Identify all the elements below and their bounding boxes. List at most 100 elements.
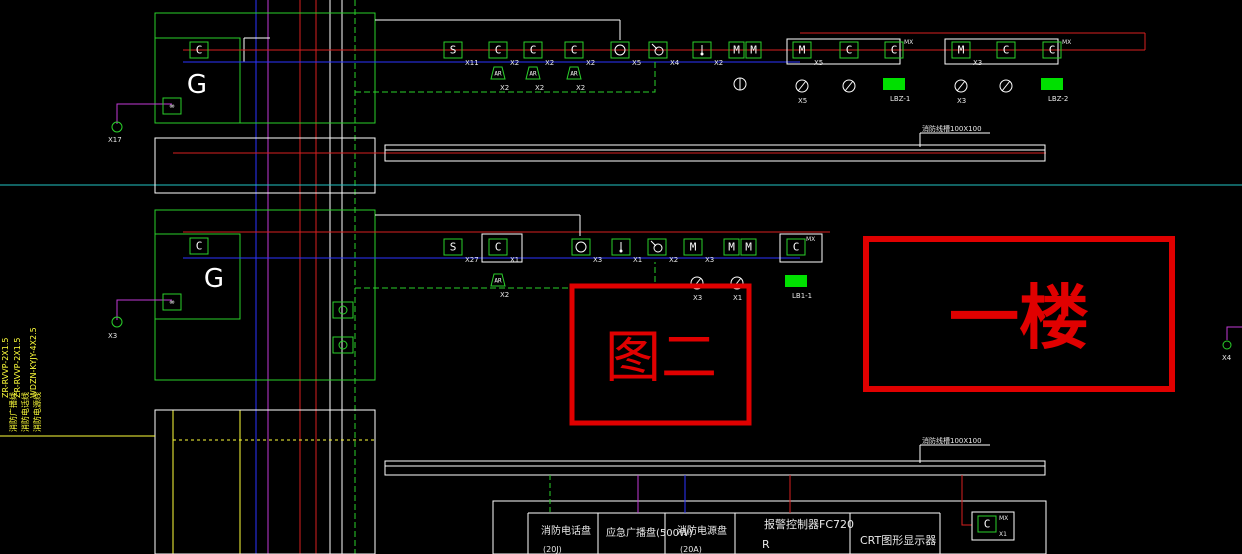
upper-detector-label: LBZ-1 <box>890 95 910 103</box>
bottom-block <box>154 409 1047 554</box>
right-tag: X4 <box>1222 354 1232 362</box>
upper-alarm-icon: AR X2 <box>566 66 585 92</box>
upper-detector-module: LBZ-1 <box>883 78 910 103</box>
svg-text:C: C <box>846 44 853 57</box>
svg-text:AR: AR <box>529 71 537 78</box>
lower-alarm-label: X2 <box>500 291 509 299</box>
upper-device-c[interactable]: C X2 <box>564 41 595 67</box>
upper-device-circle[interactable]: X5 <box>610 41 641 67</box>
lower-detector-label: LB1-1 <box>792 292 812 300</box>
svg-text:S: S <box>450 44 457 57</box>
lower-device-m[interactable]: M X3 <box>683 238 714 264</box>
upper-alarm-label: X2 <box>576 84 585 92</box>
upper-device-label: X2 <box>586 59 595 67</box>
upper-device-c[interactable]: C X2 <box>488 41 519 67</box>
svg-text:M: M <box>799 44 806 57</box>
svg-text:C: C <box>196 44 203 57</box>
panel-power[interactable]: 消防电源盘 (20A) <box>677 524 727 554</box>
svg-text:AR: AR <box>570 71 578 78</box>
lower-device-label: X2 <box>669 256 678 264</box>
lower-device-valve[interactable]: X2 <box>647 238 678 264</box>
upper-device-label: X4 <box>670 59 680 67</box>
upper-detector-smoke: X5 <box>795 79 809 105</box>
floor-label: 一楼 <box>949 277 1089 359</box>
lower-device-circle[interactable]: X3 <box>571 238 602 264</box>
svg-text:C: C <box>495 44 502 57</box>
svg-text:M: M <box>750 44 757 57</box>
lower-device-s[interactable]: S X27 <box>443 238 479 264</box>
lower-device-label: X3 <box>705 256 714 264</box>
panel-phone[interactable]: 消防电话盘 (20J) <box>541 524 591 554</box>
panel-controller-title: 报警控制器FC720 <box>764 517 854 531</box>
upper-device-label: X3 <box>973 59 982 67</box>
upper-detector-label: X3 <box>957 97 966 105</box>
bottom-module-sub: X1 <box>999 531 1007 538</box>
lower-trunk-label: 消防线槽100X100 <box>922 436 982 445</box>
upper-detector-smoke <box>842 79 856 93</box>
svg-text:G: G <box>204 264 224 294</box>
svg-text:C: C <box>571 44 578 57</box>
upper-device-label: X11 <box>465 59 479 67</box>
cad-drawing: C ∞ G SX11CX2CX2CX2 X5 X4 X2M M MX5C CMXMX3C CM… <box>0 0 1242 554</box>
upper-left-tag: X17 <box>108 136 122 144</box>
lower-device-c[interactable]: C X1 <box>488 238 519 264</box>
svg-text:C: C <box>530 44 537 57</box>
upper-device-m[interactable]: M X5 <box>792 41 823 67</box>
upper-device-label: MX <box>1062 39 1071 46</box>
bottom-module: C MX X1 <box>977 515 1008 538</box>
lower-floor-block <box>116 209 830 381</box>
upper-detector-label: LBZ-2 <box>1048 95 1068 103</box>
lower-detector-smoke: X1 <box>730 276 744 302</box>
upper-device-label: X2 <box>714 59 723 67</box>
svg-text:AR: AR <box>494 71 502 78</box>
svg-text:M: M <box>733 44 740 57</box>
upper-device-s[interactable]: S X11 <box>443 41 479 67</box>
cable-labels: 消防广播线 消防电话线 消防电源线 ZR-RVVP-2X1.5 ZR-RVVP-… <box>0 327 155 437</box>
bottom-module-label: MX <box>999 515 1008 522</box>
panel-controller-sub: R <box>762 538 770 551</box>
svg-text:C: C <box>495 241 502 254</box>
upper-alarm-label: X2 <box>535 84 544 92</box>
upper-device-valve[interactable]: X4 <box>648 41 680 67</box>
upper-detector-module: LBZ-2 <box>1041 78 1068 103</box>
lower-detector-smoke: X3 <box>690 276 704 302</box>
svg-text:S: S <box>450 241 457 254</box>
lower-device-label: X1 <box>633 256 642 264</box>
upper-device-c[interactable]: C MX <box>884 39 913 59</box>
upper-device-label: X2 <box>545 59 554 67</box>
panel-controller[interactable]: 报警控制器FC720 R <box>762 517 854 551</box>
upper-device-label: X2 <box>510 59 519 67</box>
panel-phone-sub: (20J) <box>543 545 562 554</box>
upper-detector-smoke <box>999 79 1013 93</box>
panel-phone-title: 消防电话盘 <box>541 524 591 537</box>
bottom-module-type: C <box>984 518 991 531</box>
lower-device-label: X1 <box>510 256 519 264</box>
svg-text:C: C <box>196 240 203 253</box>
svg-text:C: C <box>891 44 898 57</box>
panel-crt[interactable]: CRT图形显示器 <box>860 534 936 547</box>
upper-floor-block <box>116 12 1146 194</box>
lower-device-mm[interactable]: MM <box>723 238 757 256</box>
upper-bell-icon <box>733 77 747 91</box>
lower-alarm-icon: AR X2 <box>490 273 509 299</box>
upper-device-c[interactable]: C X2 <box>523 41 554 67</box>
lower-detector-label: X1 <box>733 294 742 302</box>
upper-device-m[interactable]: M X3 <box>951 41 982 67</box>
svg-text:C: C <box>1049 44 1056 57</box>
upper-device-c[interactable]: C MX <box>1042 39 1071 59</box>
upper-device-thermo[interactable]: X2 <box>692 41 723 67</box>
lower-device-thermo[interactable]: X1 <box>611 238 642 264</box>
panel-power-sub: (20A) <box>680 545 702 554</box>
svg-text:M: M <box>690 241 697 254</box>
lower-device-label: X3 <box>593 256 602 264</box>
upper-detector-smoke: X3 <box>954 79 968 105</box>
lower-device-c[interactable]: C MX <box>786 236 815 256</box>
figure-annotation: 图二 <box>569 283 752 426</box>
lower-device-label: MX <box>806 236 815 243</box>
upper-trunk-label: 消防线槽100X100 <box>922 124 982 133</box>
cable-label-1: ZR-RVVP-2X1.5 <box>1 338 10 399</box>
lower-detector-label: X3 <box>693 294 702 302</box>
upper-detector-label: X5 <box>798 97 807 105</box>
lower-detector-module: LB1-1 <box>785 275 812 300</box>
figure-label: 图二 <box>605 326 717 391</box>
